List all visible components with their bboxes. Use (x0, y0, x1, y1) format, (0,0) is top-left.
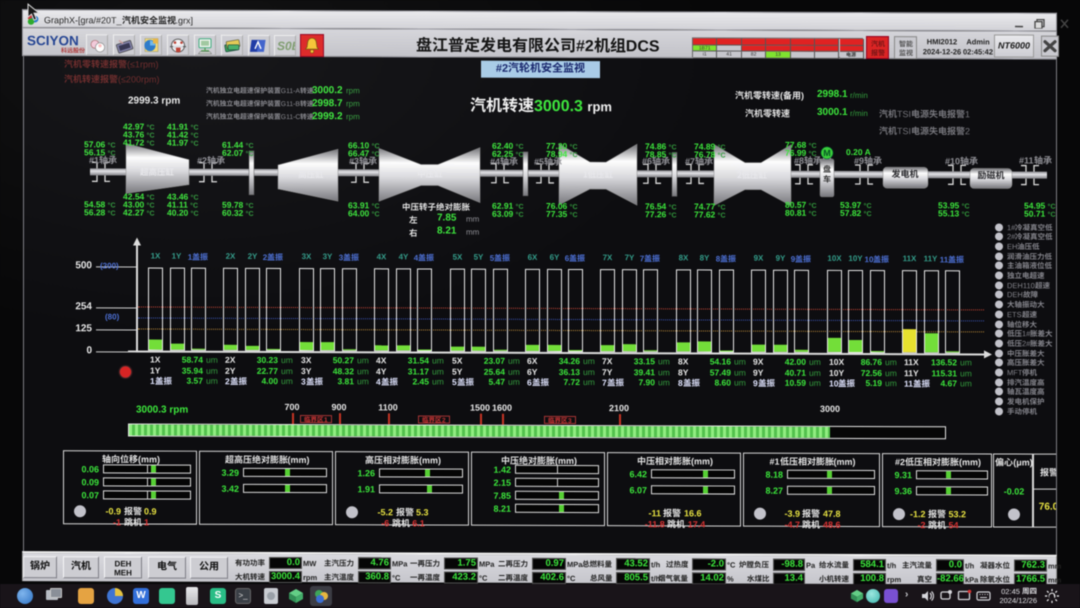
svg-text:M: M (823, 148, 831, 158)
svg-text:S0B: S0B (277, 39, 295, 53)
